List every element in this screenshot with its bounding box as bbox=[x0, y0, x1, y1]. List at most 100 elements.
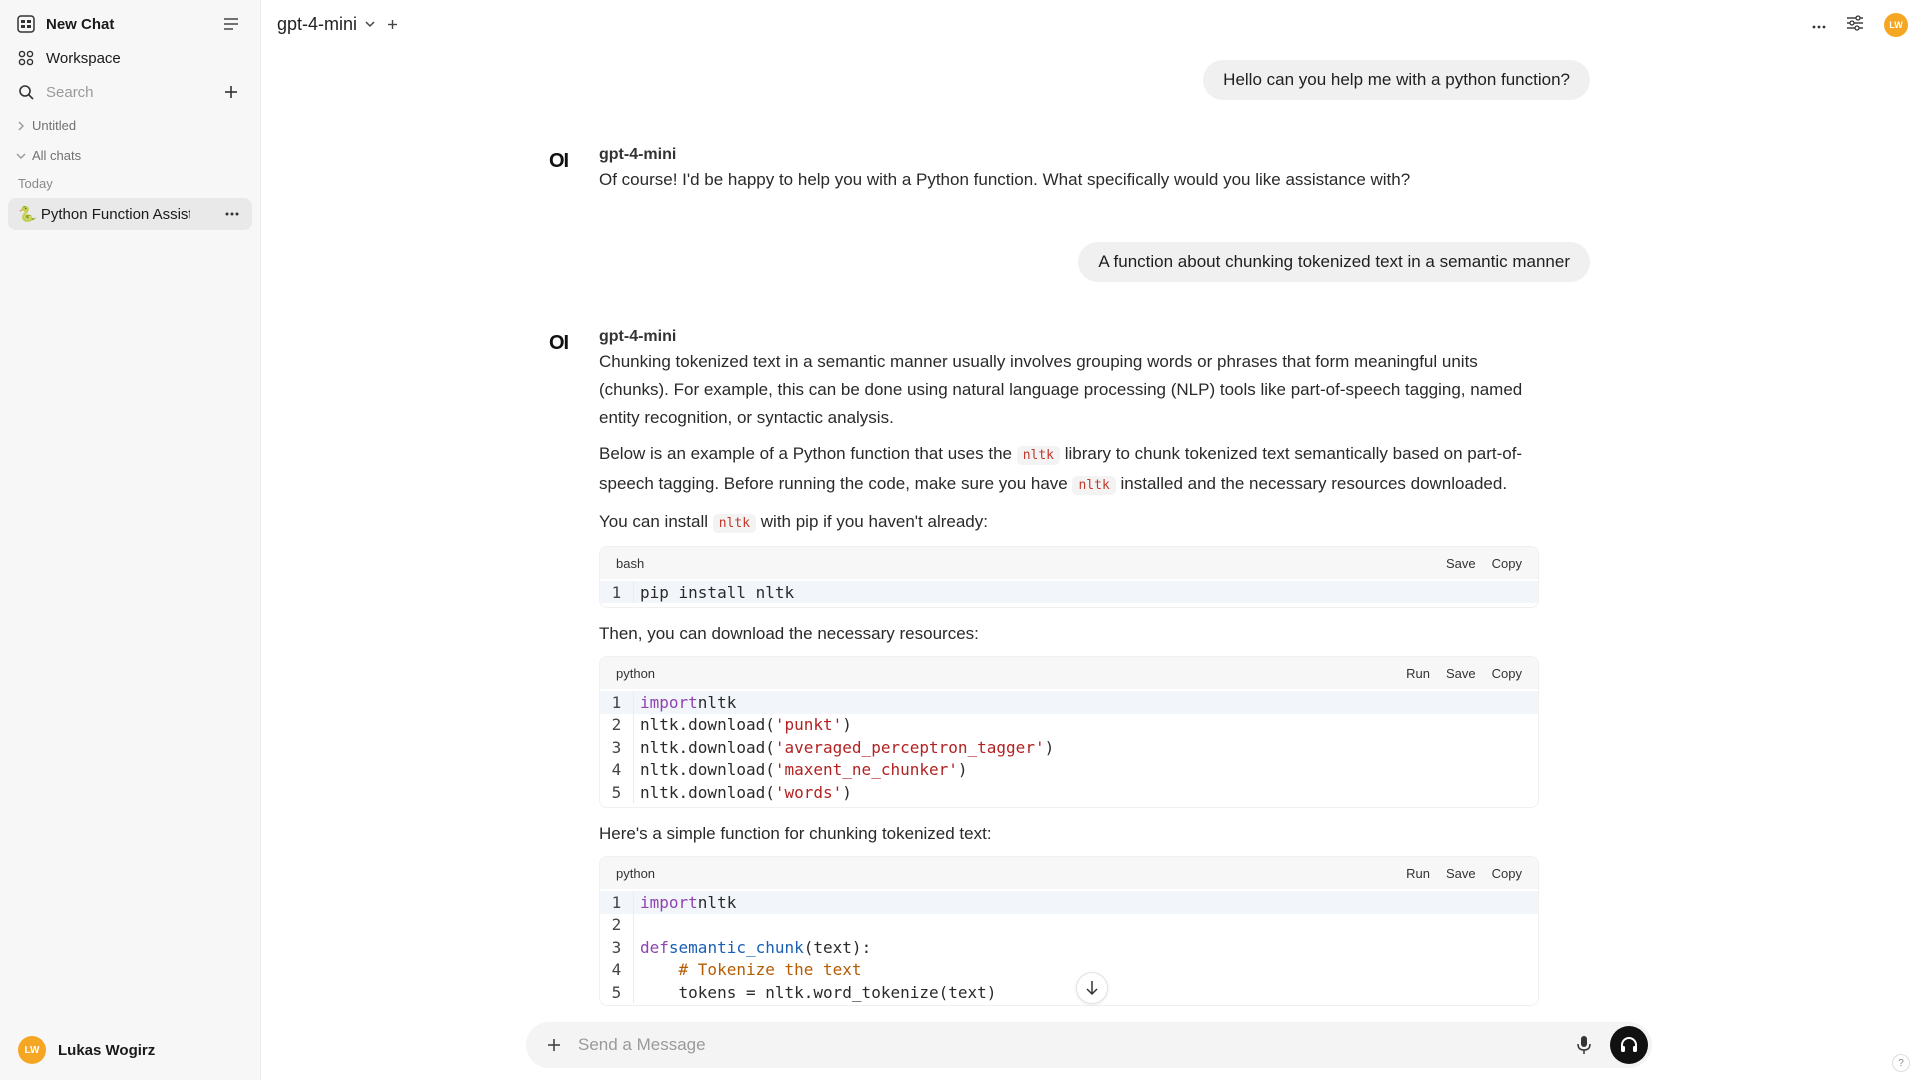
code-text: nltk bbox=[697, 693, 737, 713]
new-chat-label: New Chat bbox=[46, 15, 115, 33]
inline-code: nltk bbox=[1016, 446, 1061, 465]
code-block-header: python Run Save Copy bbox=[600, 857, 1538, 890]
more-options-icon[interactable] bbox=[1812, 16, 1826, 34]
line-number: 2 bbox=[600, 913, 634, 937]
code-body[interactable]: 1 import nltk 2 nltk.download('punkt') 3 nl… bbox=[600, 689, 1538, 808]
line-number: 5 bbox=[600, 780, 634, 804]
search-input[interactable]: Search bbox=[10, 76, 250, 108]
date-group-label: Today bbox=[18, 176, 53, 191]
line-number: 5 bbox=[600, 980, 634, 1004]
workspace-button[interactable]: Workspace bbox=[10, 42, 250, 74]
add-model-icon[interactable] bbox=[387, 19, 398, 30]
code-string: 'punkt' bbox=[774, 715, 843, 735]
code-line: 2 nltk.download('punkt') bbox=[600, 713, 1538, 737]
voice-mode-button[interactable] bbox=[1610, 1026, 1648, 1064]
new-chat-button[interactable]: New Chat bbox=[10, 8, 250, 40]
code-line: 5 nltk.download('words') bbox=[600, 780, 1538, 804]
assistant-model-name: gpt-4-mini bbox=[599, 146, 677, 163]
code-line: 5 tokens = nltk.word_tokenize(text) bbox=[600, 980, 1538, 1004]
folder-label: All chats bbox=[32, 148, 82, 163]
workspace-icon bbox=[16, 48, 36, 68]
code-line: 3 nltk.download('averaged_perceptron_tagg… bbox=[600, 736, 1538, 759]
copy-button[interactable]: Copy bbox=[1492, 866, 1522, 881]
code-string: 'maxent_ne_chunker' bbox=[774, 760, 958, 780]
scroll-to-bottom-button[interactable] bbox=[1076, 972, 1108, 1004]
code-block: python Run Save Copy 1 import nltk 2 nltk.… bbox=[599, 656, 1539, 809]
user-message: Hello can you help me with a python func… bbox=[1203, 60, 1590, 100]
assistant-logo-icon: OI bbox=[549, 332, 569, 354]
help-button[interactable]: ? bbox=[1892, 1054, 1910, 1072]
avatar[interactable]: LW bbox=[1884, 13, 1908, 37]
code-string: 'averaged_perceptron_tagger' bbox=[774, 737, 1045, 757]
chevron-down-icon bbox=[14, 149, 28, 163]
line-number: 2 bbox=[600, 713, 634, 737]
chevron-down-icon bbox=[365, 21, 375, 28]
code-line: 3 def semantic_chunk (text): bbox=[600, 936, 1538, 959]
assistant-paragraph: You can install nltk with pip if you hav… bbox=[599, 508, 1539, 538]
microphone-icon[interactable] bbox=[1572, 1033, 1596, 1057]
code-body[interactable]: 1 pip install nltk bbox=[600, 579, 1538, 608]
code-language: python bbox=[616, 665, 656, 681]
sidebar-toggle-icon[interactable] bbox=[220, 13, 242, 35]
run-button[interactable]: Run bbox=[1406, 866, 1430, 881]
assistant-message: OI gpt-4-mini Chunking tokenized text in… bbox=[549, 328, 1539, 1018]
inline-code: nltk bbox=[712, 514, 757, 533]
user-menu[interactable]: LW Lukas Wogirz bbox=[18, 1036, 155, 1064]
assistant-paragraph: Below is an example of a Python function… bbox=[599, 440, 1539, 500]
arrow-down-icon bbox=[1086, 981, 1098, 996]
assistant-message: OI gpt-4-mini Of course! I'd be happy to… bbox=[549, 146, 1539, 194]
code-text: ) bbox=[1044, 737, 1055, 757]
controls-sliders-icon[interactable] bbox=[1846, 14, 1864, 36]
save-button[interactable]: Save bbox=[1446, 556, 1476, 571]
copy-button[interactable]: Copy bbox=[1492, 556, 1522, 571]
chat-main: gpt-4-mini LW Hello can you help me with… bbox=[261, 0, 1920, 1080]
app-root: New Chat Workspace Search Untitled All c… bbox=[0, 0, 1920, 1080]
code-keyword: import bbox=[640, 893, 698, 913]
topbar: gpt-4-mini LW bbox=[261, 0, 1920, 50]
message-composer bbox=[526, 1022, 1652, 1068]
run-button[interactable]: Run bbox=[1406, 666, 1430, 681]
chat-title-text: Python Function Assistance bbox=[40, 206, 190, 223]
code-line: 4 nltk.download('maxent_ne_chunker') bbox=[600, 758, 1538, 781]
line-number: 4 bbox=[600, 758, 634, 781]
sidebar: New Chat Workspace Search Untitled All c… bbox=[0, 0, 261, 1080]
folder-all-chats[interactable]: All chats bbox=[14, 148, 81, 163]
attach-plus-icon[interactable] bbox=[542, 1033, 566, 1057]
save-button[interactable]: Save bbox=[1446, 866, 1476, 881]
code-language: bash bbox=[616, 555, 645, 571]
code-text: pip install nltk bbox=[640, 582, 795, 602]
code-line: 2 bbox=[600, 913, 1538, 937]
workspace-label: Workspace bbox=[46, 49, 121, 67]
search-placeholder: Search bbox=[46, 83, 94, 101]
copy-button[interactable]: Copy bbox=[1492, 666, 1522, 681]
chat-list-item[interactable]: 🐍 Python Function Assistance bbox=[8, 198, 252, 230]
model-selector[interactable]: gpt-4-mini bbox=[277, 14, 398, 35]
assistant-paragraph: Then, you can download the necessary res… bbox=[599, 624, 979, 644]
code-string: 'words' bbox=[774, 782, 843, 802]
chat-more-icon[interactable] bbox=[222, 204, 242, 224]
code-block-header: python Run Save Copy bbox=[600, 657, 1538, 690]
chevron-right-icon bbox=[14, 119, 28, 133]
code-text: tokens = nltk.word_tokenize(text) bbox=[640, 982, 997, 1002]
chat-title: 🐍 Python Function Assistance bbox=[18, 205, 190, 223]
assistant-paragraph: Here's a simple function for chunking to… bbox=[599, 824, 992, 844]
code-function: semantic_chunk bbox=[668, 937, 804, 957]
code-text: ) bbox=[842, 715, 852, 735]
code-line: 4 # Tokenize the text bbox=[600, 958, 1538, 981]
code-block: bash Save Copy 1 pip install nltk bbox=[599, 546, 1539, 609]
model-name: gpt-4-mini bbox=[277, 14, 358, 34]
code-block: python Run Save Copy 1 import nltk 2 3 def… bbox=[599, 856, 1539, 1007]
headphones-icon bbox=[1621, 1037, 1637, 1052]
code-keyword: def bbox=[640, 937, 669, 957]
save-button[interactable]: Save bbox=[1446, 666, 1476, 681]
text-span: Below is an example of a Python function… bbox=[599, 444, 1017, 463]
code-body[interactable]: 1 import nltk 2 3 def semantic_chunk (text)… bbox=[600, 889, 1538, 1006]
line-number: 3 bbox=[600, 936, 634, 959]
code-comment: # Tokenize the text bbox=[640, 960, 862, 980]
new-folder-plus-icon[interactable] bbox=[220, 81, 242, 103]
code-keyword: import bbox=[640, 693, 698, 713]
folder-untitled[interactable]: Untitled bbox=[14, 118, 76, 133]
message-input[interactable] bbox=[578, 1035, 1572, 1055]
text-span: installed and the necessary resources do… bbox=[1115, 474, 1508, 493]
app-logo-icon bbox=[16, 14, 36, 34]
